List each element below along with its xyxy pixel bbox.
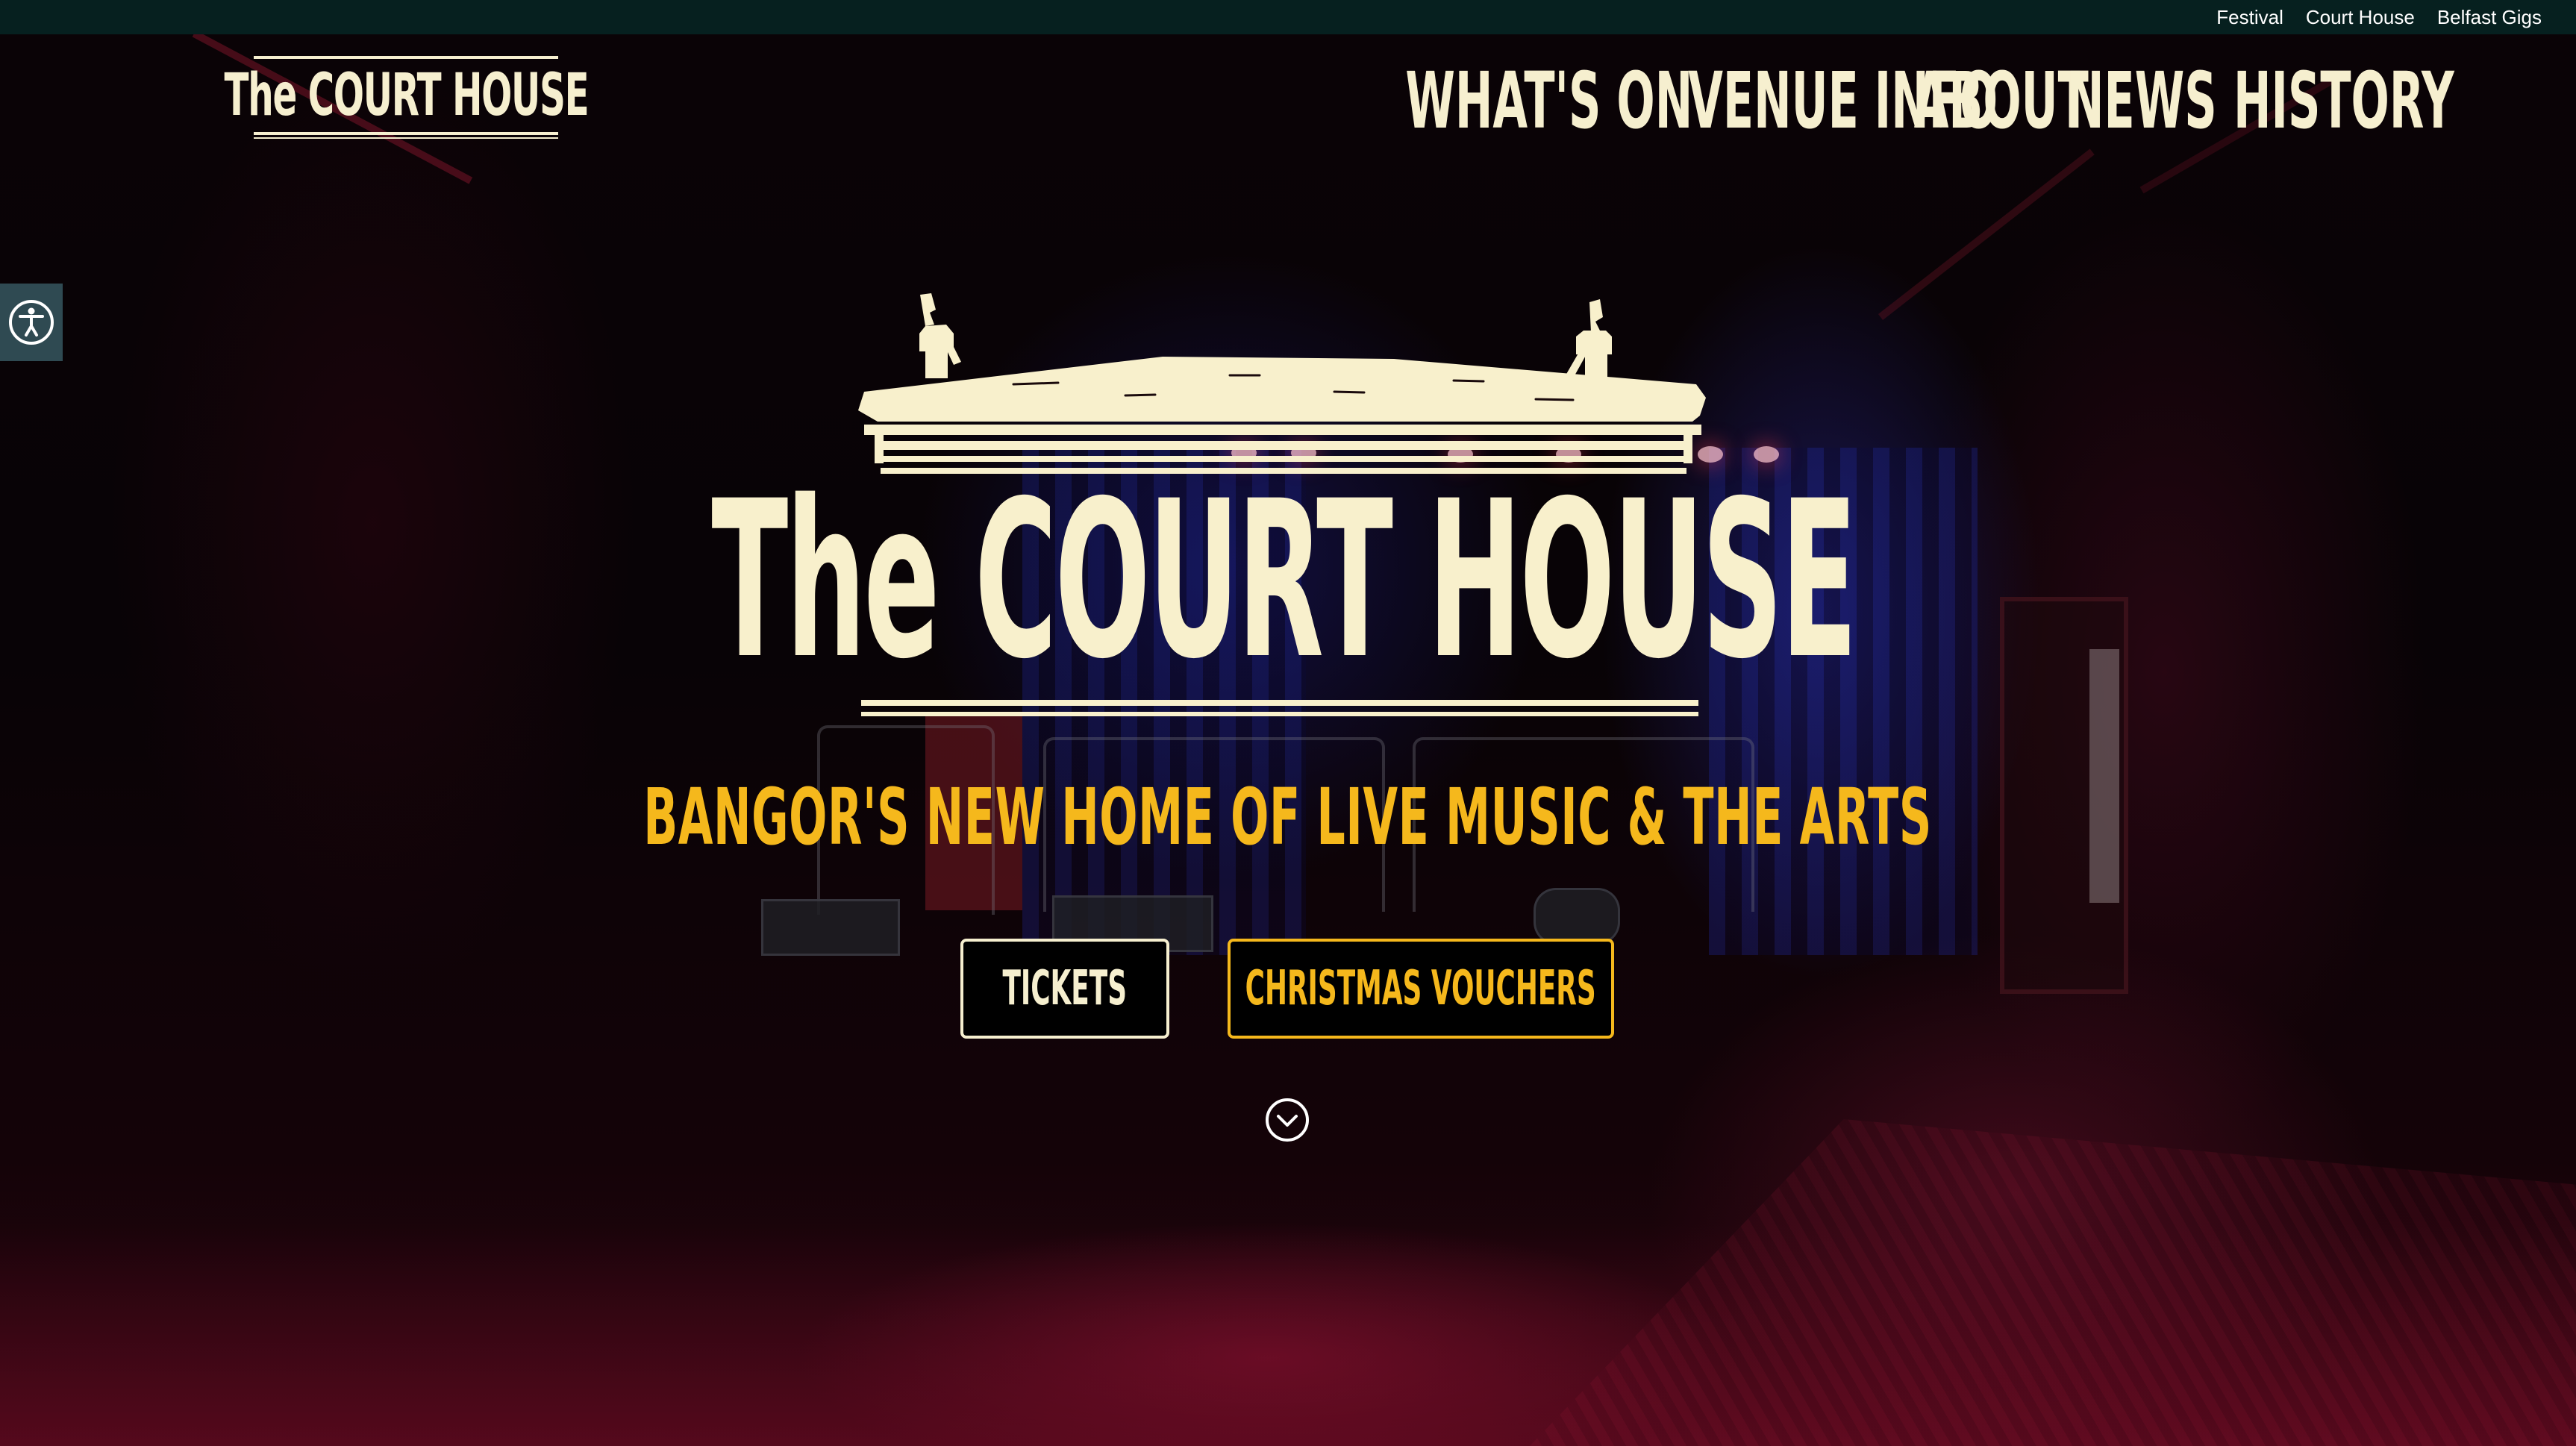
bg-stage-speaker <box>1534 888 1620 945</box>
logo-text: The COURT HOUSE <box>224 61 589 129</box>
christmas-vouchers-button[interactable]: CHRISTMAS VOUCHERS <box>1228 939 1614 1039</box>
tickets-button[interactable]: TICKETS <box>960 939 1169 1039</box>
site-logo[interactable]: The COURT HOUSE <box>224 51 589 143</box>
tickets-button-label: TICKETS <box>1002 961 1128 1016</box>
bg-stage-speaker <box>761 899 900 956</box>
main-nav: WHAT'S ON VENUE INFO ABOUT NEWS HISTORY <box>1301 60 2454 142</box>
topbar-link-court-house[interactable]: Court House <box>2306 6 2415 29</box>
topbar-link-belfast-gigs[interactable]: Belfast Gigs <box>2437 6 2542 29</box>
logo-rule-top <box>254 55 558 59</box>
hero-title-rule <box>861 700 1698 706</box>
accessibility-icon <box>9 300 54 345</box>
scroll-down-button[interactable] <box>1265 1098 1310 1142</box>
nav-item-whats-on-wrap: WHAT'S ON <box>1301 60 1692 142</box>
accessibility-button[interactable] <box>0 284 63 361</box>
logo-rule-bottom-2 <box>254 137 558 139</box>
bg-ceiling-beam <box>1878 148 2095 320</box>
nav-item-whats-on[interactable]: WHAT'S ON <box>1405 60 1692 142</box>
hero-tagline: BANGOR'S NEW HOME OF LIVE MUSIC & THE AR… <box>644 776 1932 858</box>
hero-tagline-text: BANGOR'S NEW HOME OF LIVE MUSIC & THE AR… <box>643 771 1933 863</box>
topbar-links: Festival Court House Belfast Gigs <box>2216 0 2542 34</box>
nav-item-history[interactable]: HISTORY <box>2233 60 2454 142</box>
christmas-vouchers-button-label: CHRISTMAS VOUCHERS <box>1245 961 1597 1016</box>
page: Festival Court House Belfast Gigs The CO… <box>0 0 2576 1446</box>
topbar-link-festival[interactable]: Festival <box>2216 6 2283 29</box>
top-utility-bar: Festival Court House Belfast Gigs <box>0 0 2576 34</box>
bg-side-door <box>2089 649 2119 903</box>
nav-item-news[interactable]: NEWS <box>2066 60 2217 142</box>
nav-item-about[interactable]: ABOUT <box>1914 60 2089 142</box>
logo-rule-bottom <box>254 131 558 135</box>
bg-carpet <box>1530 1119 2576 1446</box>
hero-title-rule-2 <box>861 712 1698 716</box>
chevron-down-circle-icon <box>1266 1098 1309 1142</box>
hero-title-text: The COURT HOUSE <box>711 455 1858 707</box>
hero-title: The COURT HOUSE <box>712 473 1858 689</box>
